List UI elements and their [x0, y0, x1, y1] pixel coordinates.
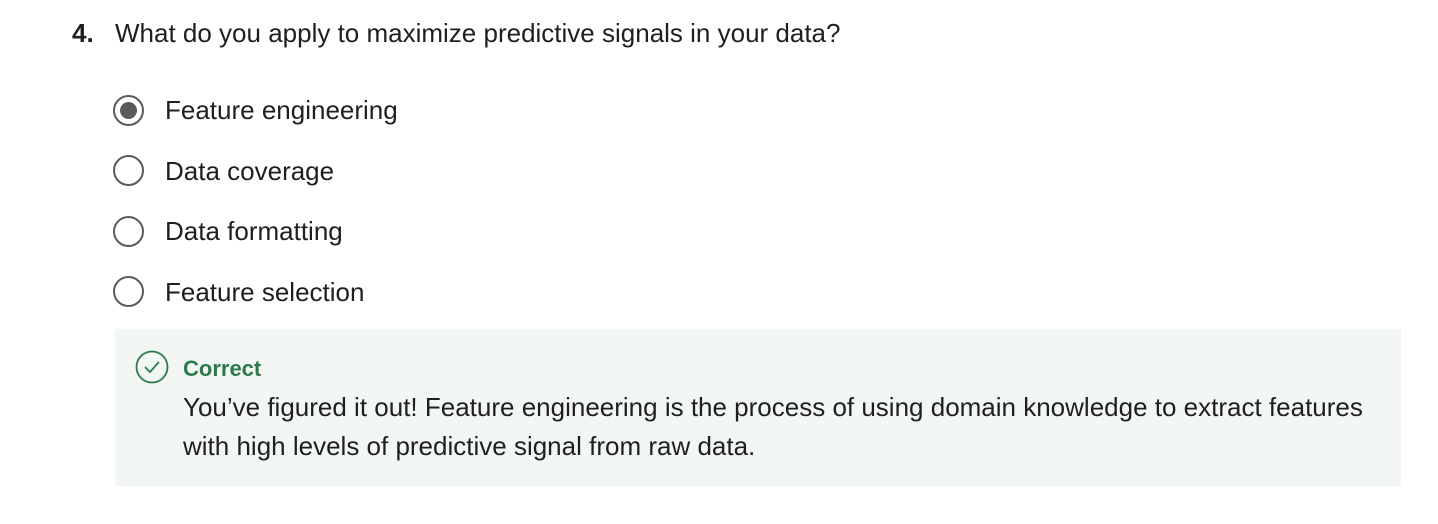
option-label: Feature selection [165, 276, 365, 307]
option-data-coverage[interactable]: Data coverage [113, 151, 398, 191]
answer-options: Feature engineering Data coverage Data f… [113, 90, 398, 332]
option-label: Feature engineering [165, 95, 398, 125]
option-label: Data coverage [165, 155, 335, 186]
option-data-formatting[interactable]: Data formatting [113, 211, 398, 251]
question: 4. What do you apply to maximize predict… [72, 16, 840, 50]
question-number: 4. [72, 18, 94, 48]
option-feature-selection[interactable]: Feature selection [113, 272, 398, 312]
radio-button-selected[interactable] [113, 94, 144, 126]
feedback-panel: Correct You’ve figured it out! Feature e… [115, 329, 1401, 486]
option-feature-engineering[interactable]: Feature engineering [113, 90, 398, 130]
radio-button[interactable] [113, 215, 144, 247]
radio-button[interactable] [113, 276, 144, 307]
question-text: What do you apply to maximize predictive… [115, 18, 841, 48]
check-circle-icon [135, 350, 169, 384]
feedback-status: Correct [183, 356, 262, 381]
feedback-explanation: You’ve figured it out! Feature engineeri… [183, 392, 1363, 461]
radio-button[interactable] [113, 155, 144, 186]
option-label: Data formatting [165, 216, 343, 246]
